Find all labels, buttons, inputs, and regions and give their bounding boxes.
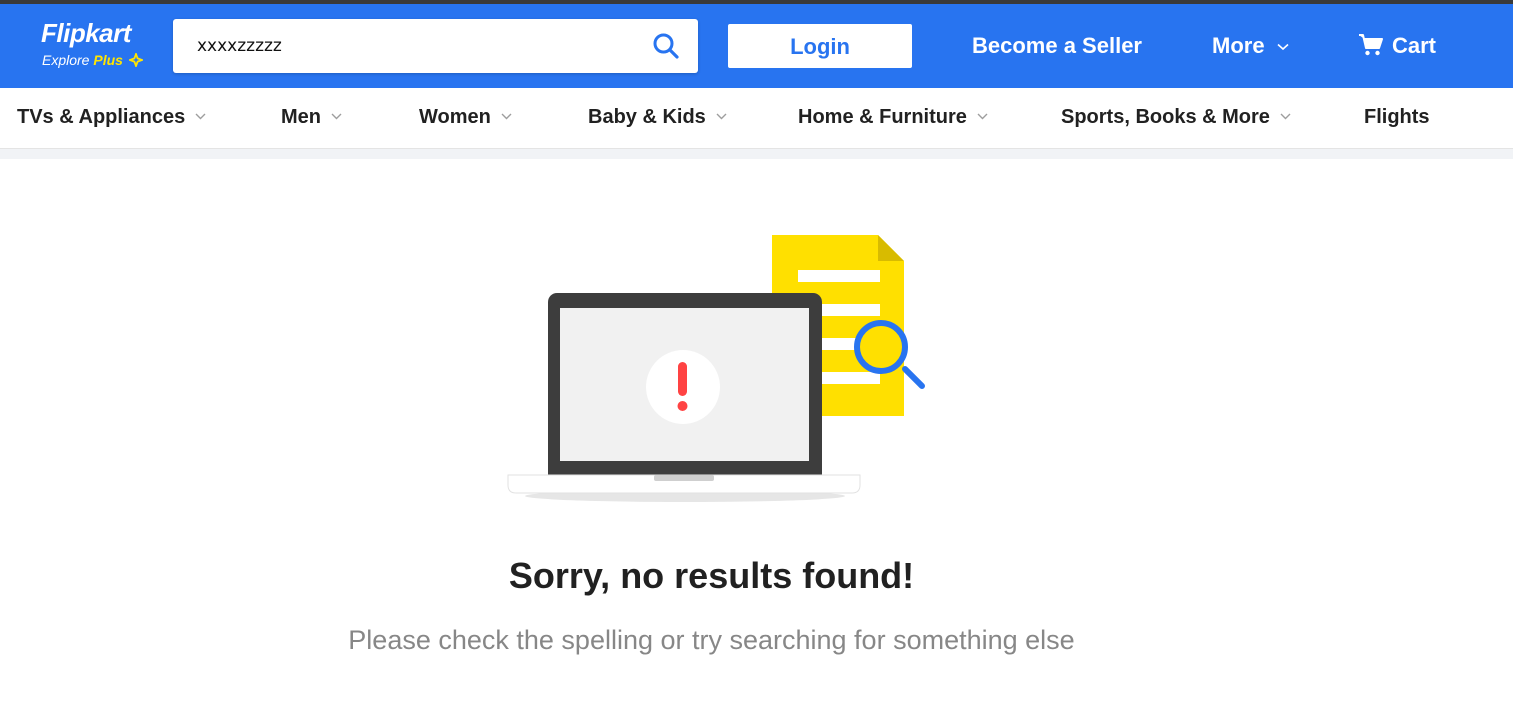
search-box xyxy=(173,19,698,73)
category-nav: TVs & Appliances Men Women Baby & Kids H… xyxy=(0,88,1513,149)
cart-label: Cart xyxy=(1392,33,1437,58)
category-label: TVs & Appliances xyxy=(17,106,186,128)
more-menu[interactable]: More xyxy=(1212,30,1289,62)
logo-explore-text: Explore xyxy=(42,52,90,68)
category-label: Women xyxy=(419,106,491,128)
category-sports-books-more[interactable]: Sports, Books & More xyxy=(1061,104,1291,130)
category-tvs-appliances[interactable]: TVs & Appliances xyxy=(17,104,206,130)
logo-wordmark: Flipkart xyxy=(41,18,131,48)
chevron-down-icon xyxy=(1280,113,1291,120)
cart-link[interactable]: Cart xyxy=(1358,30,1436,62)
chevron-down-icon xyxy=(977,113,988,120)
laptop-error-document-search-icon xyxy=(495,228,935,518)
cart-icon xyxy=(1359,34,1383,56)
category-label: Men xyxy=(281,106,321,128)
category-label: Home & Furniture xyxy=(798,106,967,128)
category-label: Sports, Books & More xyxy=(1061,106,1270,128)
category-flights[interactable]: Flights xyxy=(1364,104,1430,130)
chevron-down-icon xyxy=(195,113,206,120)
category-women[interactable]: Women xyxy=(419,104,512,130)
category-home-furniture[interactable]: Home & Furniture xyxy=(798,104,988,130)
category-label: Baby & Kids xyxy=(588,106,706,128)
category-label: Flights xyxy=(1364,106,1430,128)
become-seller-link[interactable]: Become a Seller xyxy=(972,30,1142,62)
search-icon[interactable] xyxy=(652,32,680,60)
chevron-down-icon xyxy=(716,113,727,120)
logo-tagline: Explore Plus xyxy=(42,51,145,70)
top-header: Flipkart Explore Plus Login Become a Sel… xyxy=(0,4,1513,88)
chevron-down-icon xyxy=(1277,43,1289,51)
category-baby-kids[interactable]: Baby & Kids xyxy=(588,104,727,130)
logo-plus-text: Plus xyxy=(93,52,123,68)
no-results-subtitle: Please check the spelling or try searchi… xyxy=(348,625,1075,655)
nav-separator xyxy=(0,149,1513,159)
no-results-title: Sorry, no results found! xyxy=(508,555,915,596)
flipkart-logo[interactable]: Flipkart Explore Plus xyxy=(41,18,161,78)
search-input[interactable] xyxy=(197,19,637,73)
category-men[interactable]: Men xyxy=(281,104,342,130)
chevron-down-icon xyxy=(501,113,512,120)
more-label: More xyxy=(1212,33,1265,58)
plus-star-icon xyxy=(127,51,145,70)
login-button[interactable]: Login xyxy=(728,24,912,68)
chevron-down-icon xyxy=(331,113,342,120)
